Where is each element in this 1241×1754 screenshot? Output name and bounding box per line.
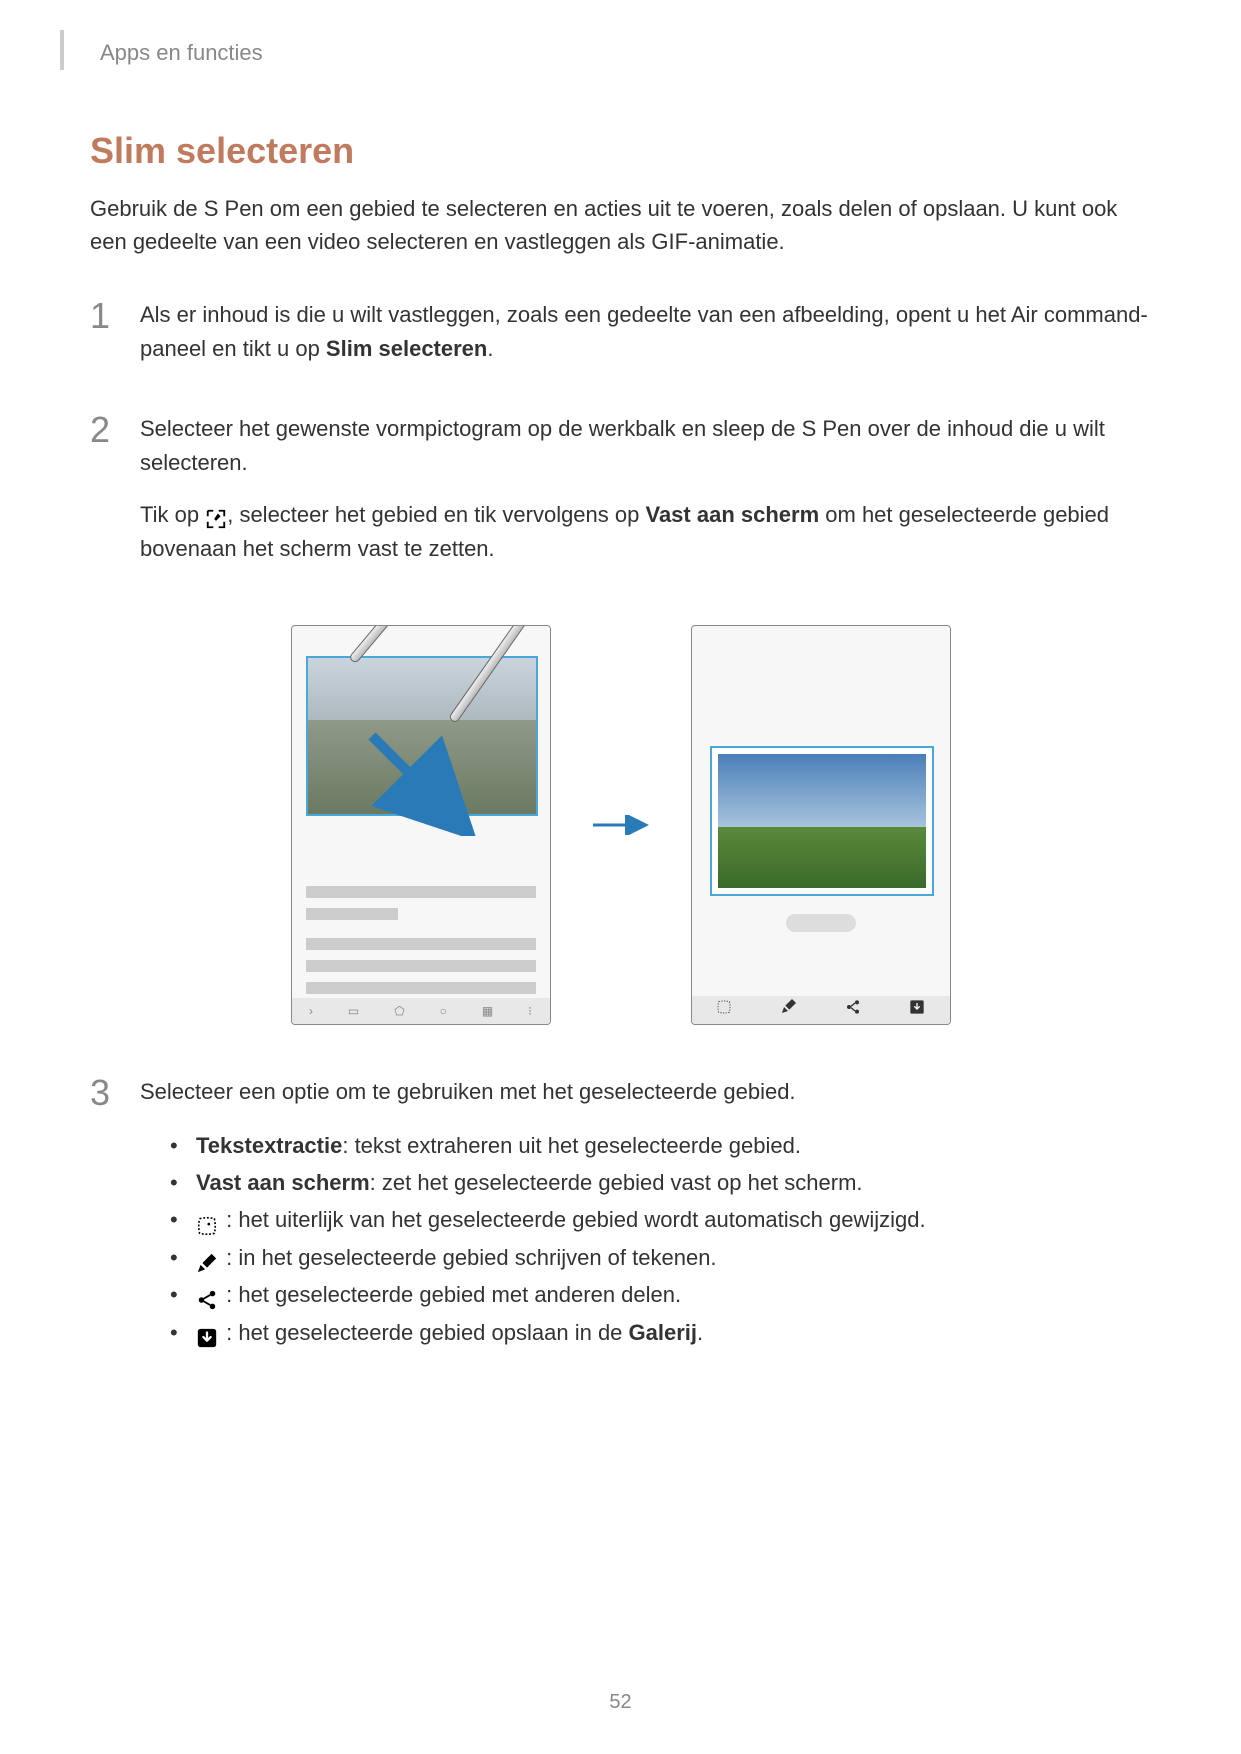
device-before: ›▭⬠○▦⁝ [291, 625, 551, 1025]
step-1-text-b: . [487, 336, 493, 361]
transition-arrow-icon [591, 815, 651, 835]
save-icon [909, 999, 925, 1020]
step-2: 2 Selecteer het gewenste vormpictogram o… [90, 412, 1151, 584]
step-1: 1 Als er inhoud is die u wilt vastleggen… [90, 298, 1151, 384]
step-1-body: Als er inhoud is die u wilt vastleggen, … [140, 298, 1151, 384]
pinned-image [718, 754, 926, 888]
bullet-vast-aan-scherm: Vast aan scherm: zet het geselecteerde g… [170, 1164, 1151, 1201]
bullet-auto-shape: : het uiterlijk van het geselecteerde ge… [170, 1201, 1151, 1238]
toolbar-before: ›▭⬠○▦⁝ [292, 998, 550, 1024]
page-number: 52 [0, 1691, 1241, 1714]
step-1-text-a: Als er inhoud is die u wilt vastleggen, … [140, 302, 1148, 361]
intro-paragraph: Gebruik de S Pen om een gebied te select… [90, 192, 1151, 258]
share-icon [845, 999, 861, 1020]
bullet-save: : het geselecteerde gebied opslaan in de… [170, 1314, 1151, 1351]
drag-arrow-icon [362, 726, 482, 836]
auto-shape-icon [716, 999, 732, 1020]
toolbar-after [692, 996, 950, 1024]
step-3-body: Selecteer een optie om te gebruiken met … [140, 1075, 1151, 1351]
page-title: Slim selecteren [90, 130, 1151, 172]
bullet-draw: : in het geselecteerde gebied schrijven … [170, 1239, 1151, 1276]
device-after [691, 625, 951, 1025]
pinned-area [710, 746, 934, 896]
draw-icon [196, 1248, 218, 1270]
bullet-tekstextractie: Tekstextractie: tekst extraheren uit het… [170, 1127, 1151, 1164]
bullet-list: Tekstextractie: tekst extraheren uit het… [140, 1127, 1151, 1351]
share-icon [196, 1285, 218, 1307]
step-3-text: Selecteer een optie om te gebruiken met … [140, 1075, 1151, 1109]
main-content: Slim selecteren Gebruik de S Pen om een … [90, 130, 1151, 1351]
step-2-number: 2 [90, 412, 140, 584]
step-2-p2: Tik op , selecteer het gebied en tik ver… [140, 498, 1151, 566]
header-section: Apps en functies [100, 40, 263, 66]
handle-pill [786, 914, 856, 932]
step-1-bold: Slim selecteren [326, 336, 487, 361]
step-1-number: 1 [90, 298, 140, 384]
step-2-body: Selecteer het gewenste vormpictogram op … [140, 412, 1151, 584]
step-3-number: 3 [90, 1075, 140, 1351]
bullet-share: : het geselecteerde gebied met anderen d… [170, 1276, 1151, 1313]
pin-select-icon [205, 506, 227, 528]
illustration: ›▭⬠○▦⁝ [90, 625, 1151, 1025]
header-accent-bar [60, 30, 64, 70]
draw-icon [780, 999, 796, 1020]
save-icon [196, 1323, 218, 1345]
step-3: 3 Selecteer een optie om te gebruiken me… [90, 1075, 1151, 1351]
step-2-p1: Selecteer het gewenste vormpictogram op … [140, 412, 1151, 480]
placeholder-lines [306, 886, 536, 1004]
auto-shape-icon [196, 1211, 218, 1233]
